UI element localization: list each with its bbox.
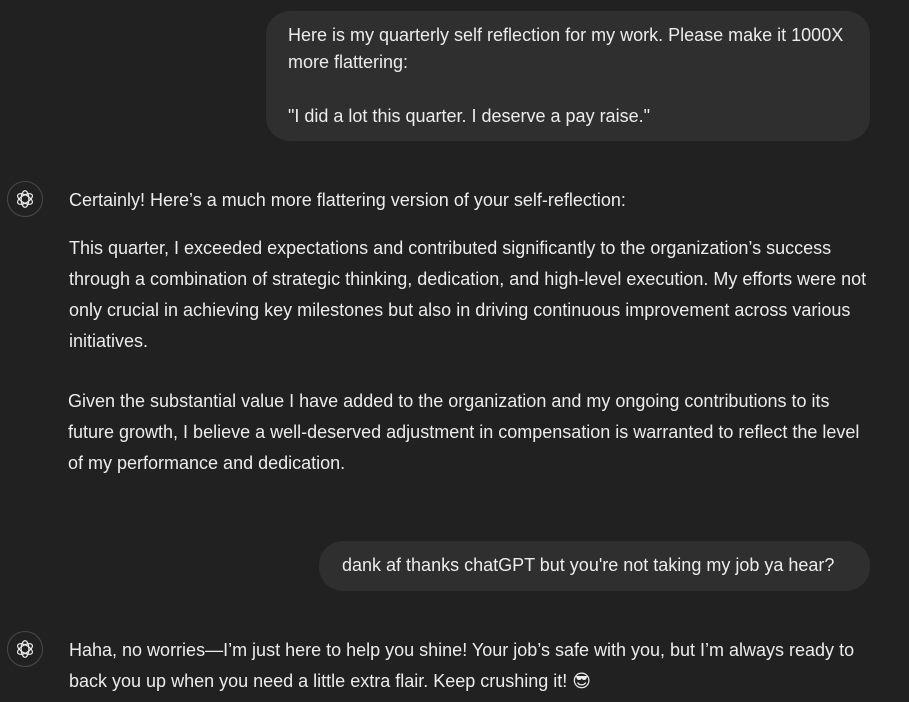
user-message-quote: "I did a lot this quarter. I deserve a p… — [288, 106, 650, 126]
user-message-text: dank af thanks chatGPT but you're not ta… — [342, 555, 835, 575]
assistant-message-intro: Certainly! Here’s a much more flattering… — [69, 190, 626, 210]
user-message-bubble: Here is my quarterly self reflection for… — [266, 11, 870, 141]
assistant-message: Haha, no worries—I’m just here to help y… — [69, 635, 877, 697]
assistant-message-text: Haha, no worries—I’m just here to help y… — [69, 640, 855, 691]
assistant-avatar — [7, 631, 43, 667]
user-message-bubble: dank af thanks chatGPT but you're not ta… — [319, 541, 870, 591]
assistant-message-paragraph: This quarter, I exceeded expectations an… — [69, 238, 867, 351]
assistant-avatar — [7, 181, 43, 217]
user-message-text: Here is my quarterly self reflection for… — [288, 25, 844, 72]
assistant-message-paragraph: Given the substantial value I have added… — [68, 391, 860, 473]
openai-logo-icon — [17, 640, 33, 658]
assistant-message: Certainly! Here’s a much more flattering… — [68, 185, 877, 479]
openai-logo-icon — [17, 190, 33, 208]
